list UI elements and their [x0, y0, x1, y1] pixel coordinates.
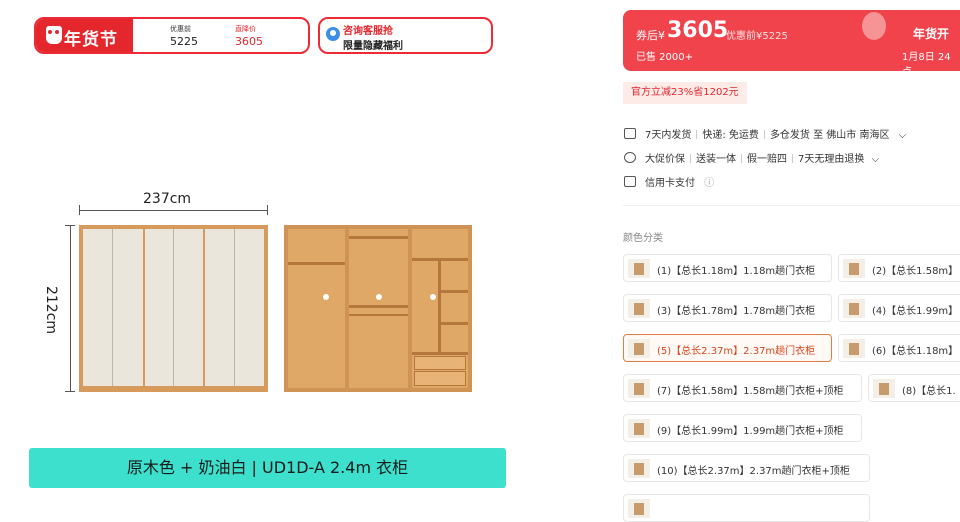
compartment-middle: [349, 229, 408, 388]
truck-icon: [624, 128, 636, 139]
shelf: [441, 322, 468, 325]
width-dimension-tick-right: [267, 205, 268, 215]
height-dimension-label: 212cm: [43, 285, 60, 335]
lantern-balloon-icon: [862, 12, 886, 40]
before-price-label: 优惠前: [170, 25, 191, 33]
sku-option[interactable]: (8)【总长1.: [868, 374, 960, 402]
chevron-down-icon[interactable]: ⌵: [872, 154, 880, 165]
service-item: 假一赔四: [747, 154, 787, 165]
door-seam: [112, 229, 113, 386]
hanging-rail: [349, 314, 408, 316]
sku-option[interactable]: [623, 494, 870, 522]
door-seam: [173, 229, 174, 386]
sku-thumbnail: [628, 259, 650, 278]
sku-option[interactable]: (4)【总长1.99m】: [838, 294, 960, 322]
tmall-cat-icon: [46, 26, 62, 44]
door-seam: [234, 229, 235, 386]
hanging-rail: [288, 262, 345, 265]
sliding-door-left: [83, 229, 143, 386]
original-price: 优惠前¥5225: [726, 31, 788, 42]
service-item: 7天内发货: [645, 130, 692, 141]
sku-thumbnail: [628, 419, 650, 438]
door-knob: [430, 294, 436, 300]
sku-thumbnail: [628, 299, 650, 318]
sku-option[interactable]: (9)【总长1.99m】1.99m趟门衣柜+顶柜: [623, 414, 862, 442]
before-price-value: 5225: [170, 35, 198, 48]
sku-thumbnail: [628, 499, 650, 518]
door-knob: [323, 294, 329, 300]
credit-card-icon: [624, 176, 636, 187]
service-item: 信用卡支付: [645, 178, 695, 189]
sku-option[interactable]: (6)【总长1.18m】: [838, 334, 960, 362]
product-caption: 原木色 + 奶油白 | UD1D-A 2.4m 衣柜: [126, 458, 409, 477]
sku-thumbnail: [628, 379, 650, 398]
sku-thumbnail: [628, 459, 650, 478]
shipping-row[interactable]: 7天内发货 快递: 免运费 多仓发货 至 佛山市 南海区 ⌵: [624, 126, 906, 141]
sku-option[interactable]: (2)【总长1.58m】: [838, 254, 960, 282]
festival-date: 1月8日 24点: [902, 52, 951, 78]
shelf: [349, 305, 408, 308]
sku-thumbnail: [843, 259, 865, 278]
service-item: 大促价保: [645, 154, 685, 165]
sku-thumbnail: [628, 339, 650, 358]
divider: [438, 261, 441, 355]
festival-logo: 年货节: [36, 19, 133, 52]
height-dimension-tick-bottom: [65, 391, 75, 392]
discount-tag: 官方立减23%省1202元: [623, 82, 747, 104]
sku-thumbnail: [873, 379, 895, 398]
sku-option[interactable]: (1)【总长1.18m】1.18m趟门衣柜: [623, 254, 832, 282]
drawer-top: [414, 356, 466, 370]
width-dimension-label: 237cm: [143, 191, 192, 207]
sku-thumbnail: [843, 299, 865, 318]
service-item: 多仓发货 至 佛山市 南海区: [769, 130, 890, 141]
sold-count: 已售 2000+: [636, 52, 694, 63]
width-dimension-tick-left: [79, 205, 80, 215]
payment-row: 信用卡支付 ⓘ: [624, 174, 714, 189]
height-dimension-tick-top: [65, 225, 75, 226]
consult-subtitle: 限量隐藏福利: [343, 41, 403, 52]
sku-option[interactable]: (7)【总长1.58m】1.58m趟门衣柜+顶柜: [623, 374, 862, 402]
sliding-door-middle: [145, 229, 203, 386]
festival-banner-text: 年货开: [913, 27, 950, 41]
service-item: 快递: 免运费: [702, 130, 759, 141]
shelf: [441, 290, 468, 293]
customer-service-icon: [326, 27, 340, 41]
width-dimension-line: [79, 210, 268, 211]
sku-option[interactable]: (10)【总长2.37m】2.37m趟门衣柜+顶柜: [623, 454, 870, 482]
color-section-label: 颜色分类: [623, 233, 663, 244]
after-coupon-price: 3605: [667, 18, 729, 43]
after-coupon-label: 券后¥: [636, 29, 665, 42]
door-knob: [376, 294, 382, 300]
service-item: 送装一体: [696, 154, 736, 165]
height-dimension-line: [70, 225, 71, 392]
after-price-label: 直降价: [235, 25, 256, 33]
service-item: 7天无理由退换: [798, 154, 865, 165]
shelf: [349, 236, 408, 239]
sku-option-selected[interactable]: (5)【总长2.37m】2.37m趟门衣柜: [623, 334, 832, 362]
after-price-value: 3605: [235, 35, 263, 48]
shield-icon: [624, 152, 636, 163]
shelf: [412, 352, 468, 355]
consult-title: 咨询客服抢: [343, 26, 393, 37]
compartment-left: [288, 229, 345, 388]
sku-thumbnail: [843, 339, 865, 358]
festival-logo-text: 年货节: [64, 30, 118, 50]
info-icon[interactable]: ⓘ: [704, 178, 714, 189]
chevron-down-icon[interactable]: ⌵: [899, 130, 907, 141]
divider: [623, 205, 960, 206]
drawer-bottom: [414, 371, 466, 386]
guarantee-row[interactable]: 大促价保 送装一体 假一赔四 7天无理由退换 ⌵: [624, 150, 879, 165]
sku-option[interactable]: (3)【总长1.78m】1.78m趟门衣柜: [623, 294, 832, 322]
